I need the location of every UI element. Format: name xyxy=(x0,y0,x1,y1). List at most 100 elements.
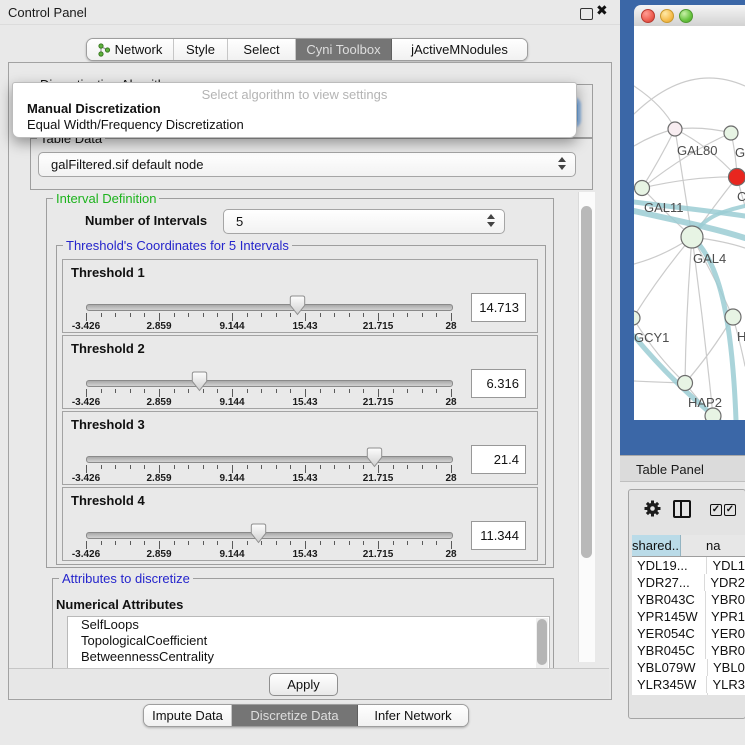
network-node-hap2[interactable] xyxy=(678,376,693,391)
cell-name: YLR3 xyxy=(707,676,745,693)
tick-label: 21.715 xyxy=(356,473,400,484)
threshold-value-field[interactable]: 14.713 xyxy=(471,293,526,322)
cell-name: YIL0 xyxy=(708,693,740,695)
cell-name: YER0 xyxy=(706,625,745,642)
attribute-item-betweennesscentrality[interactable]: BetweennessCentrality xyxy=(68,649,549,665)
tick-label: -3.426 xyxy=(64,397,108,408)
cell-name: YBR0 xyxy=(706,591,745,608)
attribute-item-topologicalcoefficient[interactable]: TopologicalCoefficient xyxy=(68,633,549,649)
attributes-scrollbar[interactable] xyxy=(536,618,548,668)
close-window-button[interactable]: ✖ xyxy=(596,3,608,19)
tab-select[interactable]: Select xyxy=(228,39,296,60)
tab-infer-network[interactable]: Infer Network xyxy=(358,705,468,726)
table-row[interactable]: YBR043CYBR0 xyxy=(632,591,745,608)
node-label: HAP2 xyxy=(688,395,722,410)
network-node-gal11[interactable] xyxy=(635,181,650,196)
cell-shared-name: YPR145W xyxy=(632,608,706,625)
table-row[interactable]: YER054CYER0 xyxy=(632,625,745,642)
threshold-value-field[interactable]: 11.344 xyxy=(471,521,526,550)
cell-name: YDR2 xyxy=(705,574,745,591)
apply-button[interactable]: Apply xyxy=(269,673,338,696)
stepper-arrows-icon xyxy=(558,157,566,170)
table-row[interactable]: YDL19...YDL1 xyxy=(632,557,745,574)
float-window-button[interactable] xyxy=(580,8,593,20)
threshold-label: Threshold 2 xyxy=(71,341,145,356)
threshold-value-field[interactable]: 21.4 xyxy=(471,445,526,474)
network-node-ga[interactable] xyxy=(724,126,738,140)
slider-track[interactable] xyxy=(86,380,453,387)
table-data-combobox[interactable]: galFiltered.sif default node xyxy=(38,152,576,177)
network-edge xyxy=(634,318,685,383)
network-node-c[interactable] xyxy=(729,169,745,186)
network-node-gcy1[interactable] xyxy=(634,311,640,325)
tick-label: 2.859 xyxy=(137,397,181,408)
tab-style[interactable]: Style xyxy=(174,39,228,60)
tab-impute-data[interactable]: Impute Data xyxy=(144,705,232,726)
tab-label: Impute Data xyxy=(152,708,223,723)
tick-label: 15.43 xyxy=(283,397,327,408)
slider-thumb[interactable] xyxy=(191,371,208,392)
slider-thumb[interactable] xyxy=(289,295,306,316)
network-node-h[interactable] xyxy=(725,309,741,325)
table-row[interactable]: YIL052CYIL0 xyxy=(632,693,745,695)
slider-thumb[interactable] xyxy=(250,523,267,544)
table-row[interactable]: YPR145WYPR1 xyxy=(632,608,745,625)
tab-discretize-data[interactable]: Discretize Data xyxy=(232,705,358,726)
tick-label: -3.426 xyxy=(64,321,108,332)
network-node[interactable] xyxy=(705,408,721,420)
zoom-traffic-light-button[interactable] xyxy=(679,9,693,23)
threshold-value-field[interactable]: 6.316 xyxy=(471,369,526,398)
column-header-shared-name[interactable]: shared... xyxy=(632,535,681,556)
split-columns-icon[interactable] xyxy=(673,500,691,518)
number-of-intervals-combobox[interactable]: 5 xyxy=(223,209,505,234)
node-label: GAL4 xyxy=(693,251,726,266)
tab-cyni-toolbox[interactable]: Cyni Toolbox xyxy=(296,39,392,60)
numerical-attributes-list[interactable]: SelfLoopsTopologicalCoefficientBetweenne… xyxy=(67,616,550,670)
network-edge xyxy=(634,78,745,114)
slider-track[interactable] xyxy=(86,456,453,463)
network-node-gal80[interactable] xyxy=(668,122,682,136)
column-header-name[interactable]: na xyxy=(681,535,745,556)
slider-track[interactable] xyxy=(86,532,453,539)
minimize-traffic-light-button[interactable] xyxy=(660,9,674,23)
tick-label: 15.43 xyxy=(283,549,327,560)
tick-label: 9.144 xyxy=(210,397,254,408)
tab-label: Select xyxy=(243,42,279,57)
tick-label: 15.43 xyxy=(283,473,327,484)
window-title: Control Panel xyxy=(8,5,87,20)
tick-label: 2.859 xyxy=(137,549,181,560)
group-title: Attributes to discretize xyxy=(59,571,193,586)
cell-shared-name: YBL079W xyxy=(632,659,708,676)
algorithm-option-equal-width-frequency-discretization[interactable]: Equal Width/Frequency Discretization xyxy=(15,117,567,132)
tab-jactivemnodules[interactable]: jActiveMNodules xyxy=(392,39,527,60)
algorithm-option-manual-discretization[interactable]: Manual Discretization xyxy=(15,101,567,116)
table-row[interactable]: YLR345WYLR3 xyxy=(632,676,745,693)
network-edge xyxy=(675,128,731,133)
threshold-panel-1: Threshold 1-3.4262.8599.14415.4321.71528… xyxy=(62,259,538,333)
tick-label: 28 xyxy=(429,473,473,484)
tab-network[interactable]: Network xyxy=(87,39,174,60)
network-icon xyxy=(98,43,111,57)
tick-label: 21.715 xyxy=(356,549,400,560)
cell-shared-name: YIL052C xyxy=(632,693,708,695)
table-row[interactable]: YBL079WYBL0 xyxy=(632,659,745,676)
panel-vertical-scrollbar[interactable] xyxy=(578,192,595,662)
table-row[interactable]: YDR27...YDR2 xyxy=(632,574,745,591)
slider-thumb[interactable] xyxy=(366,447,383,468)
group-title: Interval Definition xyxy=(53,191,159,206)
popup-hint: Select algorithm to view settings xyxy=(13,87,576,102)
checkbox-checked-icon[interactable]: ✓ xyxy=(710,504,722,516)
tick-label: 21.715 xyxy=(356,321,400,332)
cell-shared-name: YBR043C xyxy=(632,591,706,608)
slider-track[interactable] xyxy=(86,304,453,311)
cell-shared-name: YBR045C xyxy=(632,642,706,659)
cell-name: YDL1 xyxy=(707,557,745,574)
attribute-item-selfloops[interactable]: SelfLoops xyxy=(68,617,549,633)
network-canvas[interactable]: GAL80GACGAL11GAL4GCY1HHAP2 xyxy=(634,26,745,420)
cell-name: YBL0 xyxy=(708,659,745,676)
close-traffic-light-button[interactable] xyxy=(641,9,655,23)
gear-icon[interactable] xyxy=(643,499,662,518)
table-row[interactable]: YBR045CYBR0 xyxy=(632,642,745,659)
network-node-gal4[interactable] xyxy=(681,226,703,248)
checkbox-checked-icon[interactable]: ✓ xyxy=(724,504,736,516)
